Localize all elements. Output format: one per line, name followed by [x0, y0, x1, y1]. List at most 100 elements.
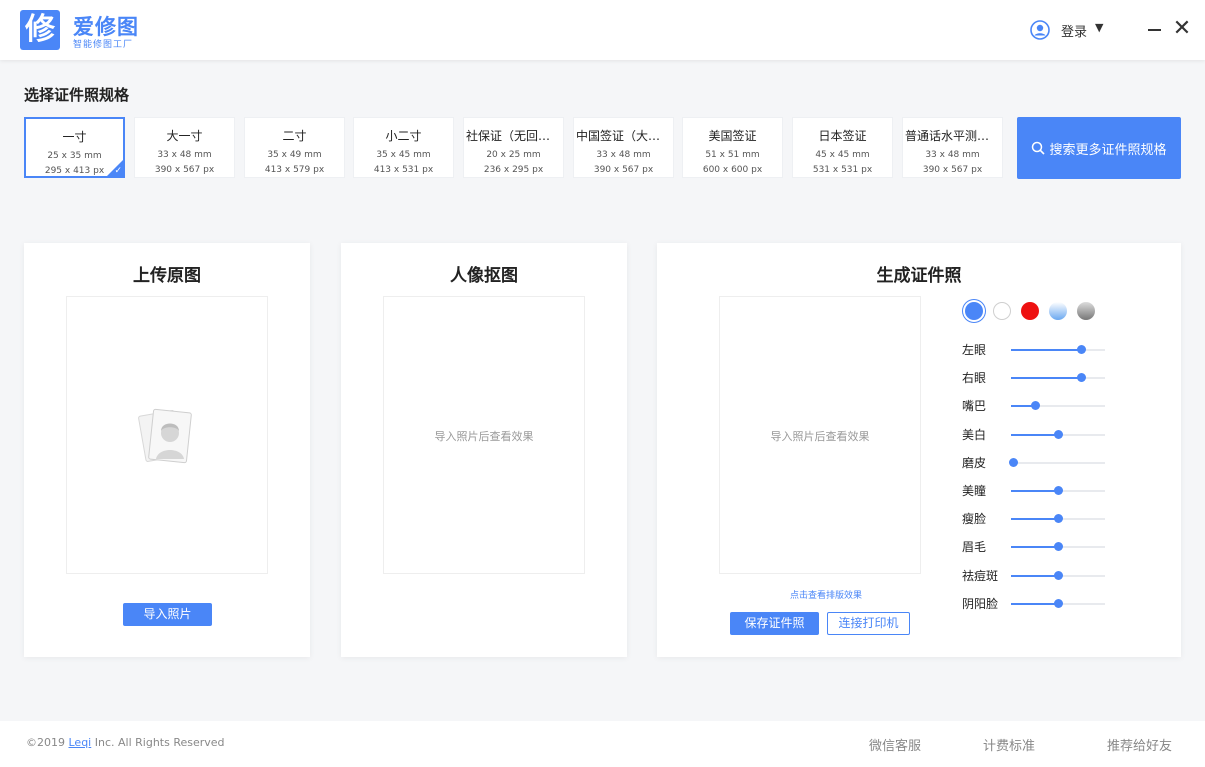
slider-track[interactable] [1011, 345, 1105, 354]
slider-fill [1011, 349, 1081, 351]
slider-fill [1011, 433, 1058, 436]
spec-card[interactable]: 小二寸 35 x 45 mm 413 x 531 px [353, 117, 454, 178]
search-more-specs-label: 搜索更多证件照规格 [1049, 142, 1167, 158]
app-subtitle: 智能修图工厂 [73, 40, 134, 50]
spec-name: 大一寸 [166, 129, 203, 143]
slider-label: 磨皮 [962, 455, 987, 470]
spec-name: 普通话水平测试（... [905, 129, 1002, 143]
result-preview: 导入照片后查看效果 [719, 296, 921, 574]
check-icon: ✓ [114, 166, 122, 176]
recommend-friend-link[interactable]: 推荐给好友 [1107, 735, 1172, 754]
slider-fill [1011, 490, 1058, 492]
slider-label: 美瞳 [962, 484, 987, 498]
spec-px: 600 x 600 px [702, 165, 763, 175]
spec-card[interactable]: 中国签证（大一寸） 33 x 48 mm 390 x 567 px [573, 117, 674, 178]
upload-drop-area[interactable] [66, 296, 268, 574]
spec-name: 小二寸 [385, 129, 422, 143]
import-photo-button[interactable]: 导入照片 [123, 603, 212, 626]
spec-px: 413 x 531 px [373, 165, 434, 175]
spec-name: 二寸 [282, 129, 307, 143]
slider-label: 右眼 [962, 371, 987, 386]
save-photo-button[interactable]: 保存证件照 [730, 612, 819, 635]
bg-swatch-gradient-gray[interactable] [1077, 302, 1095, 320]
spec-px: 531 x 531 px [812, 165, 873, 175]
cutout-placeholder: 导入照片后查看效果 [434, 430, 534, 443]
slider-fill [1011, 574, 1058, 577]
pricing-link[interactable]: 计费标准 [983, 735, 1035, 754]
slider-handle[interactable] [1054, 486, 1063, 495]
close-icon[interactable]: ✕ [1171, 18, 1193, 40]
spec-mm: 35 x 49 mm [267, 150, 322, 160]
spec-mm: 33 x 48 mm [596, 150, 651, 160]
slider-label: 阴阳脸 [962, 596, 999, 611]
cutout-panel: 人像抠图 导入照片后查看效果 [341, 243, 627, 657]
slider-track[interactable] [1008, 457, 1105, 467]
slider-track[interactable] [1011, 486, 1105, 495]
slider-label: 眉毛 [962, 540, 987, 555]
upload-panel-title: 上传原图 [133, 266, 201, 286]
spec-name: 一寸 [62, 130, 87, 144]
slider-label: 美白 [962, 427, 987, 442]
spec-card[interactable]: 一寸 25 x 35 mm 295 x 413 px ✓ [24, 117, 125, 178]
spec-mm: 20 x 25 mm [486, 150, 541, 160]
slider-fill [1011, 602, 1058, 605]
spec-card[interactable]: 日本签证 45 x 45 mm 531 x 531 px [792, 117, 893, 178]
bg-swatch-white[interactable] [993, 302, 1011, 320]
slider-handle[interactable] [1054, 429, 1063, 439]
slider-track[interactable] [1011, 542, 1105, 552]
spec-mm: 33 x 48 mm [157, 150, 212, 160]
bg-swatch-red[interactable] [1021, 302, 1039, 320]
slider-handle[interactable] [1076, 373, 1086, 383]
slider-fill [1011, 377, 1081, 380]
spec-card[interactable]: 大一寸 33 x 48 mm 390 x 567 px [134, 117, 235, 178]
spec-mm: 35 x 45 mm [376, 150, 431, 160]
slider-handle[interactable] [1054, 570, 1063, 580]
slider-label: 瘦脸 [962, 512, 987, 527]
spec-px: 390 x 567 px [922, 165, 983, 175]
slider-label: 嘴巴 [962, 399, 987, 414]
copyright-text: Inc. All Rights Reserved [94, 736, 225, 749]
spec-section-title: 选择证件照规格 [24, 86, 130, 104]
slider-fill [1011, 546, 1058, 549]
slider-handle[interactable] [1008, 457, 1018, 467]
minimize-icon[interactable] [1148, 29, 1161, 31]
slider-handle[interactable] [1076, 345, 1086, 354]
view-layout-link[interactable]: 点击查看排版效果 [790, 588, 862, 601]
bg-swatch-gradient-blue[interactable] [1049, 302, 1067, 320]
slider-track[interactable] [1011, 429, 1105, 439]
upload-panel: 上传原图 导入照片 [24, 243, 310, 657]
login-button[interactable]: 登录 [1061, 21, 1087, 40]
spec-px: 390 x 567 px [154, 165, 215, 175]
slider-handle[interactable] [1054, 598, 1063, 608]
spec-name: 社保证（无回执） [466, 129, 563, 143]
slider-fill [1011, 518, 1058, 521]
spec-card[interactable]: 二寸 35 x 49 mm 413 x 579 px [244, 117, 345, 178]
bg-swatch-solid-blue[interactable] [965, 302, 983, 320]
app-header: 修 爱修图 智能修图工厂 登录 ▼ ✕ [0, 0, 1205, 60]
spec-px: 413 x 579 px [264, 165, 325, 175]
connect-printer-button[interactable]: 连接打印机 [827, 612, 910, 635]
slider-track[interactable] [1011, 373, 1105, 383]
spec-name: 日本签证 [818, 129, 867, 143]
company-link[interactable]: Leqi [69, 736, 92, 749]
spec-name: 美国签证 [708, 129, 757, 143]
cutout-panel-title: 人像抠图 [450, 266, 518, 286]
slider-track[interactable] [1011, 514, 1105, 524]
generate-panel: 生成证件照 导入照片后查看效果 [657, 243, 1181, 657]
user-avatar-icon[interactable] [1030, 20, 1050, 40]
search-icon [1032, 141, 1046, 155]
chevron-down-icon[interactable]: ▼ [1095, 21, 1103, 34]
spec-mm: 45 x 45 mm [815, 150, 870, 160]
spec-card[interactable]: 普通话水平测试（... 33 x 48 mm 390 x 567 px [902, 117, 1003, 178]
slider-track[interactable] [1011, 598, 1105, 608]
cutout-preview: 导入照片后查看效果 [383, 296, 585, 574]
wechat-service-link[interactable]: 微信客服 [869, 735, 921, 754]
copyright: ©2019 Leqi Inc. All Rights Reserved [26, 736, 225, 749]
slider-track[interactable] [1011, 570, 1105, 580]
spec-card[interactable]: 社保证（无回执） 20 x 25 mm 236 x 295 px [463, 117, 564, 178]
spec-card[interactable]: 美国签证 51 x 51 mm 600 x 600 px [682, 117, 783, 178]
slider-track[interactable] [1011, 401, 1105, 411]
spec-px: 390 x 567 px [593, 165, 654, 175]
result-placeholder: 导入照片后查看效果 [770, 430, 870, 443]
search-more-specs-button[interactable]: 搜索更多证件照规格 [1017, 117, 1181, 179]
